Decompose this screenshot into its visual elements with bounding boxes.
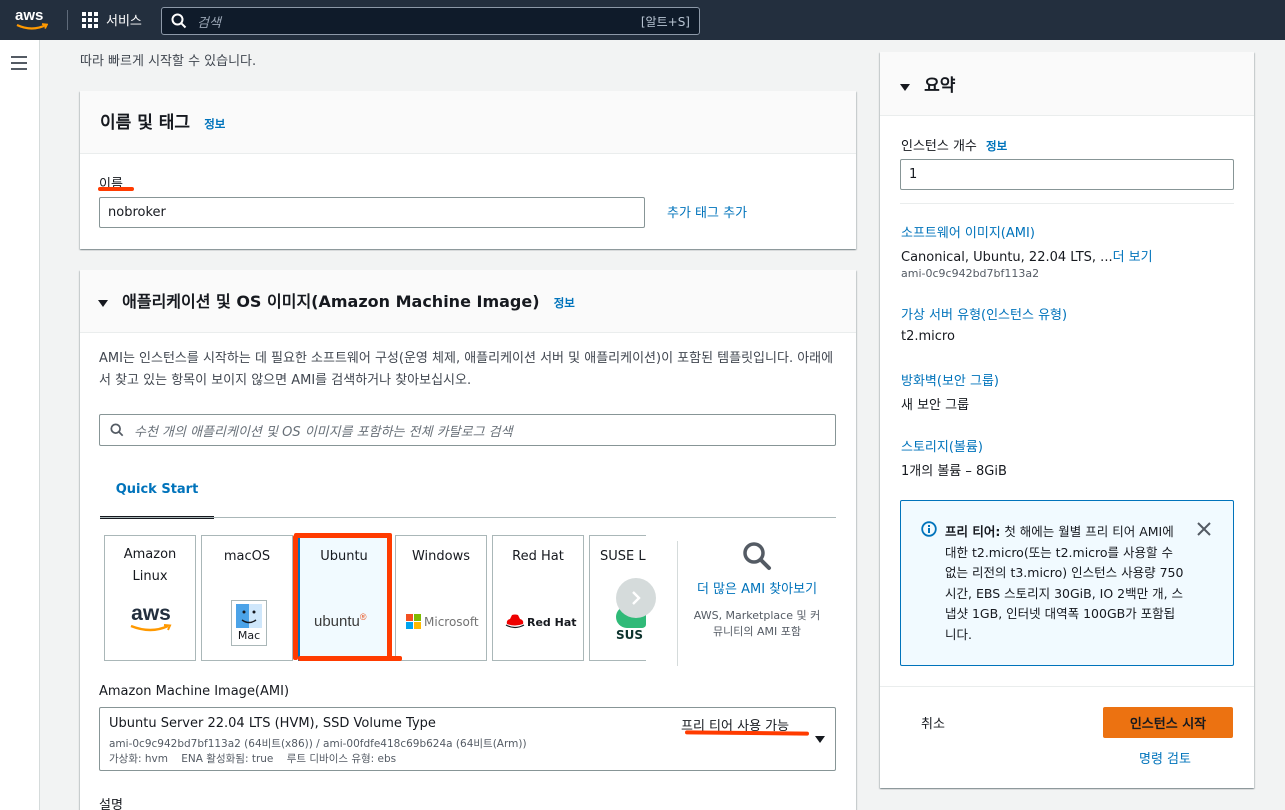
aws-logo-text: aws	[15, 7, 44, 24]
launch-instance-button[interactable]: 인스턴스 시작	[1103, 707, 1233, 738]
storage-value: 1개의 볼륨 – 8GiB	[901, 464, 1007, 479]
ami-selection-label: Amazon Machine Image(AMI)	[99, 684, 290, 699]
aws-smile-icon	[16, 23, 48, 30]
review-commands-link[interactable]: 명령 검토	[1139, 748, 1191, 767]
mac-finder-icon: Mac	[231, 600, 267, 646]
red-hat-logo-icon: Red Hat	[505, 614, 577, 630]
ami-name: Ubuntu Server 22.04 LTS (HVM), SSD Volum…	[109, 716, 436, 731]
ami-search-input[interactable]: 수천 개의 애플리케이션 및 OS 이미지를 포함하는 전체 카탈로그 검색	[99, 414, 836, 446]
services-label: 서비스	[106, 14, 142, 29]
aws-logo[interactable]: aws	[15, 8, 49, 32]
close-icon[interactable]	[1197, 522, 1211, 536]
free-tier-text: 프리 티어: 첫 해에는 월별 프리 티어 AMI에 대한 t2.micro(또…	[945, 524, 1184, 642]
caret-down-icon	[900, 84, 910, 91]
add-tags-link[interactable]: 추가 태그 추가	[667, 202, 747, 221]
ami-panel-header[interactable]: 애플리케이션 및 OS 이미지(Amazon Machine Image) 정보	[80, 270, 856, 333]
summary-header[interactable]: 요약	[880, 52, 1254, 116]
name-and-tags-header: 이름 및 태그 정보	[80, 91, 856, 154]
software-image-link[interactable]: 소프트웨어 이미지(AMI)	[901, 222, 1035, 241]
instance-type-link[interactable]: 가상 서버 유형(인스턴스 유형)	[901, 304, 1067, 323]
instance-count-input[interactable]: 1	[900, 159, 1234, 190]
os-card-label: Amazon Linux	[123, 547, 177, 584]
os-card-label: Windows	[411, 549, 471, 564]
more-link[interactable]: 더 보기	[1113, 250, 1153, 265]
name-input-value: nobroker	[108, 205, 166, 220]
ami-meta: 가상화: hvm ENA 활성화됨: true 루트 디바이스 유형: ebs	[109, 753, 397, 765]
firewall-value: 새 보안 그룹	[901, 398, 970, 413]
name-and-tags-title: 이름 및 태그	[100, 113, 191, 133]
os-card-label: Red Hat	[512, 549, 564, 564]
instance-count-label: 인스턴스 개수 정보	[901, 139, 1008, 154]
description-label: 설명	[99, 798, 123, 810]
search-icon	[171, 13, 187, 29]
services-menu-button[interactable]: 서비스	[82, 10, 142, 29]
software-image-value: Canonical, Ubuntu, 22.04 LTS, ...더 보기	[901, 250, 1153, 265]
annotation-underline-name	[98, 187, 134, 191]
os-card-label: SUSE Li	[600, 549, 646, 564]
annotation-box-ubuntu-top	[294, 533, 392, 538]
cancel-button[interactable]: 취소	[921, 713, 945, 732]
name-and-tags-panel: 이름 및 태그 정보 이름 nobroker 추가 태그 추가	[80, 91, 856, 249]
nav-divider	[67, 10, 68, 30]
search-icon	[110, 423, 124, 437]
browse-more-amis-sub: AWS, Marketplace 및 커뮤니티의 AMI 포함	[693, 609, 821, 638]
ami-select-dropdown[interactable]: Ubuntu Server 22.04 LTS (HVM), SSD Volum…	[99, 707, 836, 771]
intro-text: 따라 빠르게 시작할 수 있습니다.	[80, 54, 257, 69]
ubuntu-logo-icon: ubuntu®	[314, 612, 367, 630]
browse-more-amis[interactable]: 더 많은 AMI 찾아보기 AWS, Marketplace 및 커뮤니티의 A…	[690, 540, 824, 640]
browse-more-amis-link[interactable]: 더 많은 AMI 찾아보기	[690, 580, 824, 600]
summary-title: 요약	[924, 76, 956, 96]
grid-menu-icon	[82, 11, 98, 28]
instance-count-value: 1	[909, 167, 918, 182]
side-navigation-rail	[0, 40, 40, 810]
summary-footer-divider	[880, 686, 1254, 687]
os-card-ubuntu[interactable]: Ubuntu ubuntu®	[298, 535, 390, 661]
free-tier-info-box: 프리 티어: 첫 해에는 월별 프리 티어 AMI에 대한 t2.micro(또…	[900, 500, 1234, 666]
summary-divider	[900, 203, 1234, 204]
storage-link[interactable]: 스토리지(볼륨)	[901, 436, 983, 455]
ami-panel-title: 애플리케이션 및 OS 이미지(Amazon Machine Image)	[122, 292, 540, 311]
ami-info-link[interactable]: 정보	[554, 296, 575, 310]
os-card-amazon-linux[interactable]: Amazon Linux aws	[104, 535, 196, 661]
carousel-divider	[677, 541, 678, 666]
os-card-red-hat[interactable]: Red Hat Red Hat	[492, 535, 584, 661]
caret-down-icon	[98, 300, 108, 307]
hamburger-menu-icon[interactable]	[11, 56, 27, 70]
microsoft-logo-icon: Microsoft	[406, 614, 479, 629]
info-circle-icon	[921, 521, 937, 537]
ami-ids: ami-0c9c942bd7bf113a2 (64비트(x86)) / ami-…	[109, 738, 527, 750]
launch-instance-label: 인스턴스 시작	[1129, 717, 1207, 732]
dropdown-caret-icon	[815, 736, 825, 743]
chevron-right-icon	[632, 591, 641, 605]
top-navigation: aws 서비스 검색 [알트+S]	[0, 0, 1285, 40]
ami-description: AMI는 인스턴스를 시작하는 데 필요한 소프트웨어 구성(운영 체제, 애플…	[99, 351, 834, 388]
tab-quick-start-label: Quick Start	[115, 482, 199, 497]
annotation-box-ubuntu-left	[293, 535, 298, 660]
carousel-next-button[interactable]	[616, 578, 656, 618]
instance-count-info-link[interactable]: 정보	[986, 139, 1007, 153]
search-shortcut-hint: [알트+S]	[640, 14, 690, 29]
instance-type-value: t2.micro	[901, 329, 955, 344]
tabs-divider	[100, 517, 836, 518]
os-card-label: Ubuntu	[320, 549, 368, 564]
annotation-box-ubuntu-bottom	[298, 656, 402, 661]
ami-search-placeholder: 수천 개의 애플리케이션 및 OS 이미지를 포함하는 전체 카탈로그 검색	[134, 424, 513, 440]
global-search-placeholder: 검색	[197, 15, 221, 31]
tab-quick-start[interactable]: Quick Start	[100, 460, 214, 519]
os-card-label: macOS	[223, 549, 271, 564]
firewall-link[interactable]: 방화벽(보안 그룹)	[901, 370, 999, 389]
os-card-macos[interactable]: macOS Mac	[201, 535, 293, 661]
magnifier-icon	[743, 542, 771, 570]
name-and-tags-info-link[interactable]: 정보	[204, 117, 225, 131]
aws-logo-icon: aws	[129, 603, 173, 634]
global-search-input[interactable]: 검색 [알트+S]	[161, 7, 700, 35]
software-image-id: ami-0c9c942bd7bf113a2	[901, 267, 1040, 280]
os-card-windows[interactable]: Windows Microsoft	[395, 535, 487, 661]
name-input[interactable]: nobroker	[99, 197, 645, 228]
annotation-box-ubuntu-right	[387, 535, 392, 660]
suse-logo-text: SUS	[616, 628, 644, 642]
